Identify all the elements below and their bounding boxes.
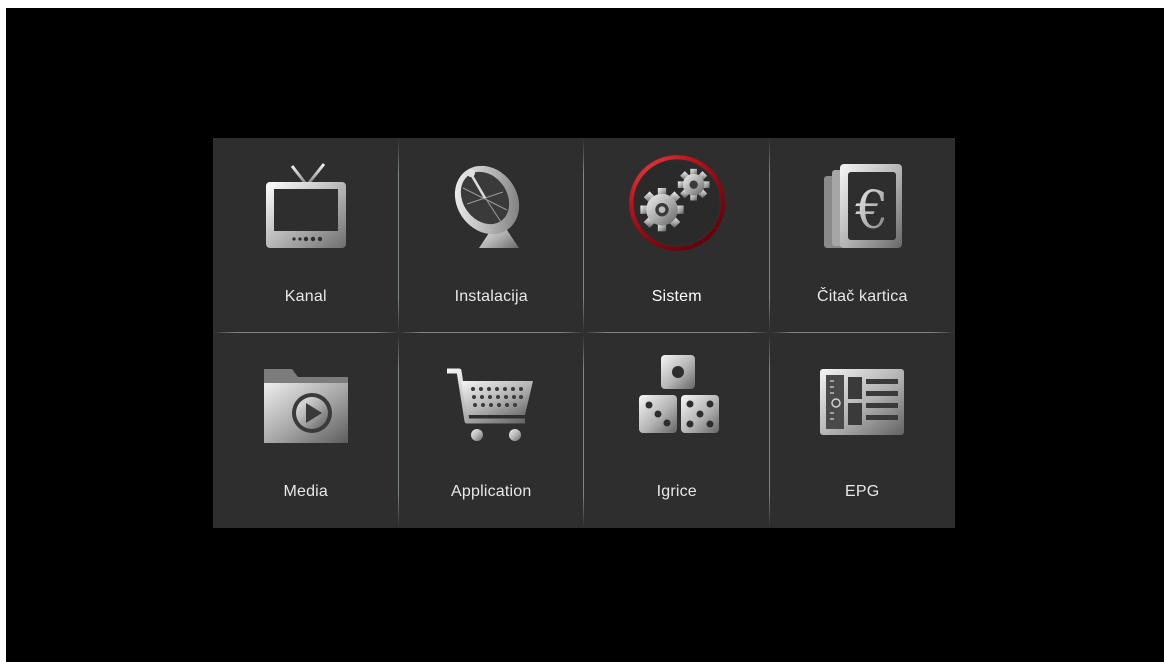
menu-item-instalacija[interactable]: Instalacija	[398, 138, 585, 333]
tv-icon	[256, 156, 356, 256]
menu-item-citac-kartica[interactable]: € Čitač kartica	[769, 138, 956, 333]
menu-item-label: Sistem	[651, 288, 702, 305]
gears-icon	[627, 155, 727, 256]
menu-item-igrice[interactable]: Igrice	[584, 333, 770, 528]
menu-item-media[interactable]: Media	[213, 333, 399, 528]
dice-icon	[627, 351, 727, 451]
menu-item-sistem[interactable]: Sistem	[584, 138, 770, 333]
media-folder-icon	[256, 351, 356, 451]
tv-screen: Kanal Instalacija Sistem € Čitač kartica…	[6, 8, 1164, 662]
menu-item-label: EPG	[845, 483, 880, 500]
satellite-dish-icon	[441, 156, 541, 256]
menu-item-label: Application	[451, 483, 532, 500]
main-menu: Kanal Instalacija Sistem € Čitač kartica…	[213, 138, 955, 528]
menu-item-application[interactable]: Application	[399, 333, 585, 528]
menu-item-label: Instalacija	[454, 288, 528, 305]
menu-item-epg[interactable]: EPG	[770, 333, 956, 528]
shopping-cart-icon	[441, 351, 541, 451]
card-reader-euro-icon: €	[812, 156, 912, 256]
menu-item-kanal[interactable]: Kanal	[213, 138, 399, 333]
menu-item-label: Igrice	[656, 483, 697, 500]
menu-item-label: Kanal	[284, 288, 327, 305]
menu-item-label: Media	[283, 483, 329, 500]
epg-guide-icon	[812, 351, 912, 451]
menu-item-label: Čitač kartica	[816, 288, 908, 305]
svg-text:€: €	[855, 181, 889, 241]
